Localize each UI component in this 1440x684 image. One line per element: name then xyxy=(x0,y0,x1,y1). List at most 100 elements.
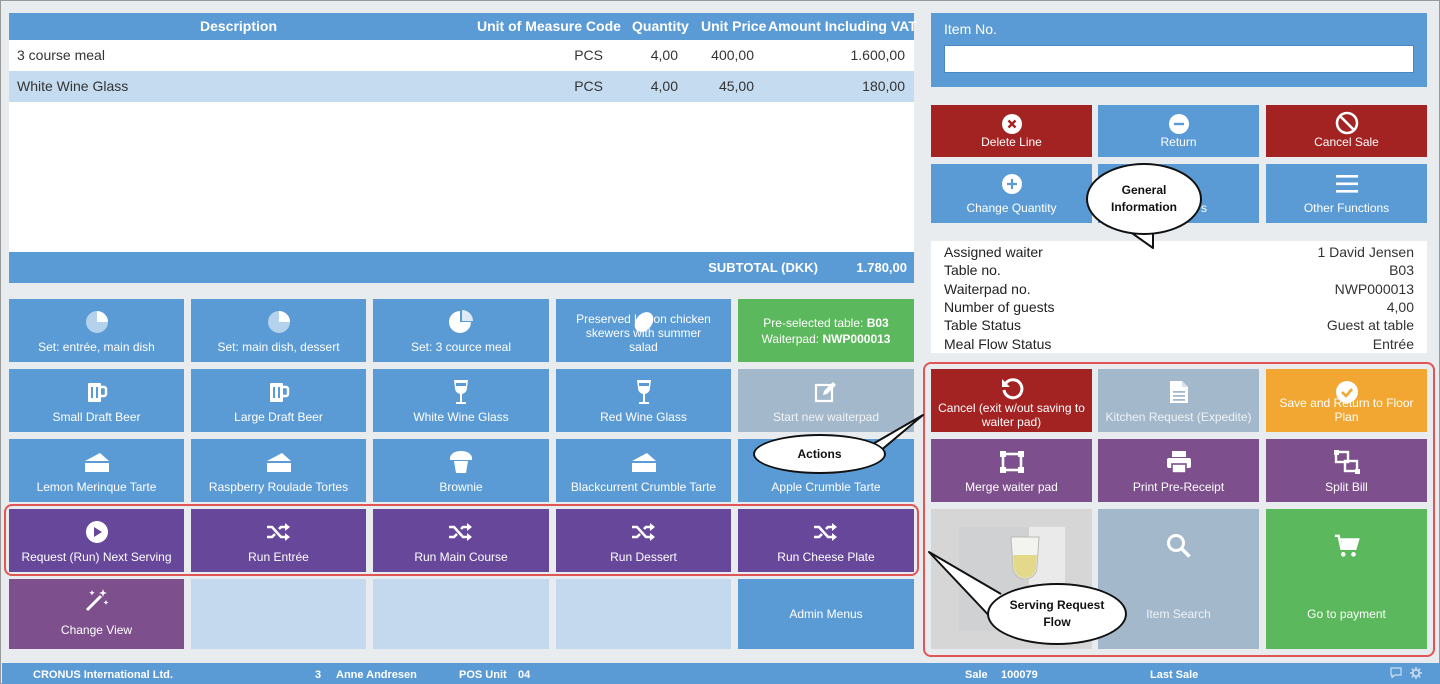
company-name: CRONUS International Ltd. xyxy=(33,669,173,681)
empty-tile xyxy=(556,579,731,649)
col-amount[interactable]: Amount Including VAT xyxy=(768,13,917,40)
sale-label: Sale xyxy=(965,669,988,681)
col-uom[interactable]: Unit of Measure Code xyxy=(477,13,621,40)
ban-icon xyxy=(1334,110,1360,136)
blackcurrent-crumble-button[interactable]: Blackcurrent Crumble Tarte xyxy=(556,439,731,502)
pos-unit-label: POS Unit xyxy=(459,669,507,681)
chat-icon[interactable] xyxy=(1390,667,1402,679)
callout-actions: Actions xyxy=(753,434,886,474)
magic-wand-icon xyxy=(84,587,110,613)
split-icon xyxy=(1333,449,1360,475)
run-cheese-plate-button[interactable]: Run Cheese Plate xyxy=(738,509,914,572)
sales-lines-table: Description Unit of Measure Code Quantit… xyxy=(9,13,917,283)
wine-glass-icon xyxy=(631,379,657,405)
white-wine-glass-button[interactable]: White Wine Glass xyxy=(373,369,549,432)
run-main-course-button[interactable]: Run Main Course xyxy=(373,509,549,572)
muffin-icon xyxy=(448,449,474,475)
merge-waiter-pad-button[interactable]: Merge waiter pad xyxy=(931,439,1092,502)
menu-icon xyxy=(1334,171,1360,197)
item-search-button[interactable]: Item Search xyxy=(1098,509,1259,649)
return-button[interactable]: Return xyxy=(1098,105,1259,157)
undo-icon xyxy=(999,376,1025,402)
preselected-table-value: B03 xyxy=(866,315,889,330)
go-to-payment-button[interactable]: Go to payment xyxy=(1266,509,1427,649)
play-circle-icon xyxy=(84,519,110,545)
status-bar: CRONUS International Ltd. 3 Anne Andrese… xyxy=(2,663,1440,684)
subtotal-bar: SUBTOTAL (DKK) 1.780,00 xyxy=(9,252,914,283)
brownie-button[interactable]: Brownie xyxy=(373,439,549,502)
chicken-skewers-button[interactable]: Preserved lemon chicken skewers with sum… xyxy=(556,299,731,362)
lemon-merinque-tarte-button[interactable]: Lemon Merinque Tarte xyxy=(9,439,184,502)
change-quantity-button[interactable]: Change Quantity xyxy=(931,164,1092,223)
change-view-button[interactable]: Change View xyxy=(9,579,184,649)
col-quantity[interactable]: Quantity xyxy=(632,13,689,40)
cake-slice-icon xyxy=(631,449,657,475)
lemon-icon xyxy=(631,309,657,335)
item-no-label: Item No. xyxy=(944,21,997,37)
empty-tile xyxy=(373,579,549,649)
table-row[interactable]: White Wine Glass PCS 4,00 45,00 180,00 xyxy=(9,71,914,102)
raspberry-roulade-button[interactable]: Raspberry Roulade Tortes xyxy=(191,439,366,502)
pie-chart-icon xyxy=(266,309,292,335)
shuffle-icon xyxy=(631,519,657,545)
table-header: Description Unit of Measure Code Quantit… xyxy=(9,13,917,40)
request-next-serving-button[interactable]: Request (Run) Next Serving xyxy=(9,509,184,572)
set-entree-main-button[interactable]: Set: entrée, main dish xyxy=(9,299,184,362)
subtotal-value: 1.780,00 xyxy=(856,260,907,275)
pos-unit-value: 04 xyxy=(518,669,531,681)
shuffle-icon xyxy=(813,519,839,545)
admin-menus-button[interactable]: Admin Menus xyxy=(738,579,914,649)
col-unit-price[interactable]: Unit Price xyxy=(701,13,766,40)
beer-mug-icon xyxy=(266,379,292,405)
run-entree-button[interactable]: Run Entrée xyxy=(191,509,366,572)
start-new-waiterpad-button[interactable]: Start new waiterpad xyxy=(738,369,914,432)
beer-mug-icon xyxy=(84,379,110,405)
printer-icon xyxy=(1166,449,1192,475)
user-name: Anne Andresen xyxy=(336,669,417,681)
search-icon xyxy=(1166,533,1192,559)
close-circle-icon xyxy=(999,111,1025,137)
pie-chart-icon xyxy=(448,309,474,335)
red-wine-glass-button[interactable]: Red Wine Glass xyxy=(556,369,731,432)
document-icon xyxy=(1166,379,1192,405)
last-sale-label: Last Sale xyxy=(1150,669,1199,681)
info-assigned-waiter: Assigned waiter 1 David Jensen xyxy=(944,244,1414,260)
cancel-exit-button[interactable]: Cancel (exit w/out saving to waiter pad) xyxy=(931,369,1092,432)
shuffle-icon xyxy=(266,519,292,545)
plus-circle-icon xyxy=(999,171,1025,197)
set-main-dessert-button[interactable]: Set: main dish, dessert xyxy=(191,299,366,362)
print-pre-receipt-button[interactable]: Print Pre-Receipt xyxy=(1098,439,1259,502)
info-table-no: Table no. B03 xyxy=(944,262,1414,278)
run-dessert-button[interactable]: Run Dessert xyxy=(556,509,731,572)
cake-slice-icon xyxy=(266,449,292,475)
set-3-course-button[interactable]: Set: 3 cource meal xyxy=(373,299,549,362)
minus-circle-icon xyxy=(1166,111,1192,137)
cart-icon xyxy=(1334,533,1360,559)
col-description[interactable]: Description xyxy=(200,13,277,40)
gear-icon[interactable] xyxy=(1410,667,1422,679)
callout-serving-request-flow: Serving Request Flow xyxy=(987,583,1127,645)
user-number: 3 xyxy=(315,669,322,681)
check-circle-icon xyxy=(1334,379,1360,405)
split-bill-button[interactable]: Split Bill xyxy=(1266,439,1427,502)
sale-number: 100079 xyxy=(1001,669,1038,681)
edit-icon xyxy=(813,379,839,405)
info-waiterpad-no: Waiterpad no. NWP000013 xyxy=(944,281,1414,297)
small-draft-beer-button[interactable]: Small Draft Beer xyxy=(9,369,184,432)
empty-tile xyxy=(191,579,366,649)
kitchen-request-button[interactable]: Kitchen Request (Expedite) xyxy=(1098,369,1259,432)
other-functions-button[interactable]: Other Functions xyxy=(1266,164,1427,223)
info-table-status: Table Status Guest at table xyxy=(944,317,1414,333)
item-no-input[interactable] xyxy=(944,45,1414,73)
table-row[interactable]: 3 course meal PCS 4,00 400,00 1.600,00 xyxy=(9,40,914,71)
large-draft-beer-button[interactable]: Large Draft Beer xyxy=(191,369,366,432)
callout-general-information: General Information xyxy=(1086,163,1202,235)
general-information-panel: Assigned waiter 1 David Jensen Table no. B… xyxy=(931,241,1427,353)
cancel-sale-button[interactable]: Cancel Sale xyxy=(1266,105,1427,157)
subtotal-label: SUBTOTAL (DKK) xyxy=(708,260,818,275)
save-return-floor-plan-button[interactable]: Save and Return to Floor Plan xyxy=(1266,369,1427,432)
pos-window: Description Unit of Measure Code Quantit… xyxy=(0,0,1440,684)
info-meal-flow-status: Meal Flow Status Entrée xyxy=(944,336,1414,352)
delete-line-button[interactable]: Delete Line xyxy=(931,105,1092,157)
pie-chart-icon xyxy=(84,309,110,335)
